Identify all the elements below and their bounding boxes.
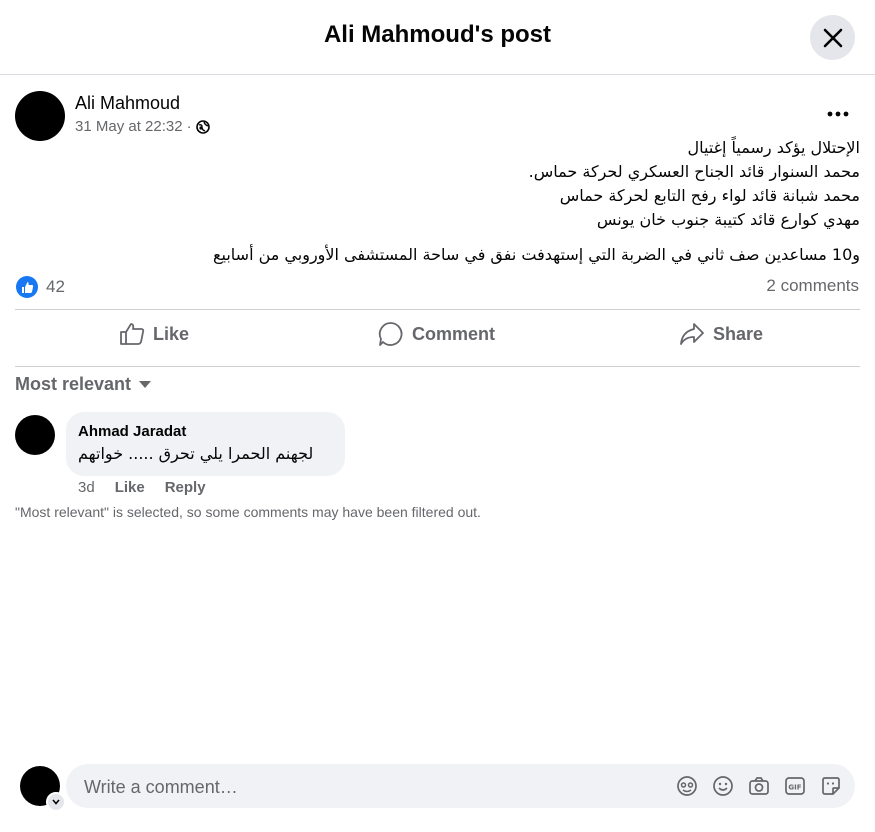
filter-note: "Most relevant" is selected, so some com…: [15, 504, 481, 520]
like-reaction-icon: [16, 276, 38, 298]
dialog-title: Ali Mahmoud's post: [323, 21, 552, 48]
globe-icon: [195, 119, 210, 134]
comment-icon: [378, 322, 403, 346]
post-line-3: محمد شبانة قائد لواء رفح التابع لحركة حم…: [559, 186, 860, 205]
gif-icon[interactable]: GIF: [783, 774, 807, 798]
comment-text: لجهنم الحمرا يلي تحرق ..... خواتهم: [78, 444, 314, 463]
reaction-count: 42: [46, 277, 65, 296]
divider-top: [15, 309, 860, 310]
camera-icon[interactable]: [747, 774, 771, 798]
emoji-icon[interactable]: [711, 774, 735, 798]
more-icon: [827, 111, 849, 117]
svg-text:GIF: GIF: [788, 784, 801, 792]
comment-age[interactable]: 3d: [78, 479, 95, 496]
compose-avatar-wrap[interactable]: [20, 766, 66, 812]
post-line-2: محمد السنوار قائد الجناح العسكري لحركة ح…: [528, 162, 860, 181]
comment-input[interactable]: [82, 764, 586, 810]
comments-count[interactable]: 2 comments: [766, 276, 859, 296]
post-timestamp[interactable]: 31 May at 22:32: [75, 118, 183, 135]
comment-composer: GIF: [66, 764, 855, 810]
reactions-summary[interactable]: 42: [16, 276, 65, 298]
more-options-button[interactable]: [822, 100, 854, 128]
like-icon: [120, 323, 145, 345]
close-button[interactable]: [810, 15, 855, 60]
caret-down-icon: [139, 381, 152, 388]
comment-bubble: Ahmad Jaradat لجهنم الحمرا يلي تحرق ....…: [66, 412, 345, 476]
comment-author[interactable]: Ahmad Jaradat: [78, 423, 186, 440]
author-avatar[interactable]: [15, 91, 65, 141]
avatar-sticker-icon[interactable]: [675, 774, 699, 798]
comment-button[interactable]: Comment: [378, 312, 495, 356]
meta-separator: ·: [186, 118, 192, 135]
comment-actions: 3d Like Reply: [78, 479, 206, 496]
divider-bottom: [15, 366, 860, 367]
sort-label: Most relevant: [15, 374, 132, 394]
dialog-header: Ali Mahmoud's post: [0, 0, 875, 75]
share-button[interactable]: Share: [679, 312, 763, 356]
sort-comments-dropdown[interactable]: Most relevant: [15, 374, 152, 395]
sticker-icon[interactable]: [819, 774, 843, 798]
comment-label: Comment: [412, 323, 496, 344]
composer-tools: GIF: [675, 774, 843, 798]
post-line-5: و10 مساعدين صف ثاني في الضربة التي إستهد…: [212, 245, 860, 264]
post-meta: 31 May at 22:32 ·: [75, 118, 210, 135]
share-label: Share: [713, 323, 764, 344]
comment-like-button[interactable]: Like: [115, 479, 145, 496]
like-label: Like: [153, 323, 190, 344]
post-line-4: مهدي كوارع قائد كتيبة جنوب خان يونس: [596, 210, 860, 229]
post-line-1: الإحتلال يؤكد رسمياً إغتيال: [687, 138, 860, 157]
comment-reply-button[interactable]: Reply: [165, 479, 206, 496]
author-name[interactable]: Ali Mahmoud: [75, 93, 180, 114]
commenter-avatar[interactable]: [15, 415, 55, 455]
chevron-down-icon[interactable]: [46, 792, 66, 812]
close-icon: [823, 28, 842, 47]
share-icon: [680, 323, 704, 345]
like-button[interactable]: Like: [119, 312, 189, 356]
